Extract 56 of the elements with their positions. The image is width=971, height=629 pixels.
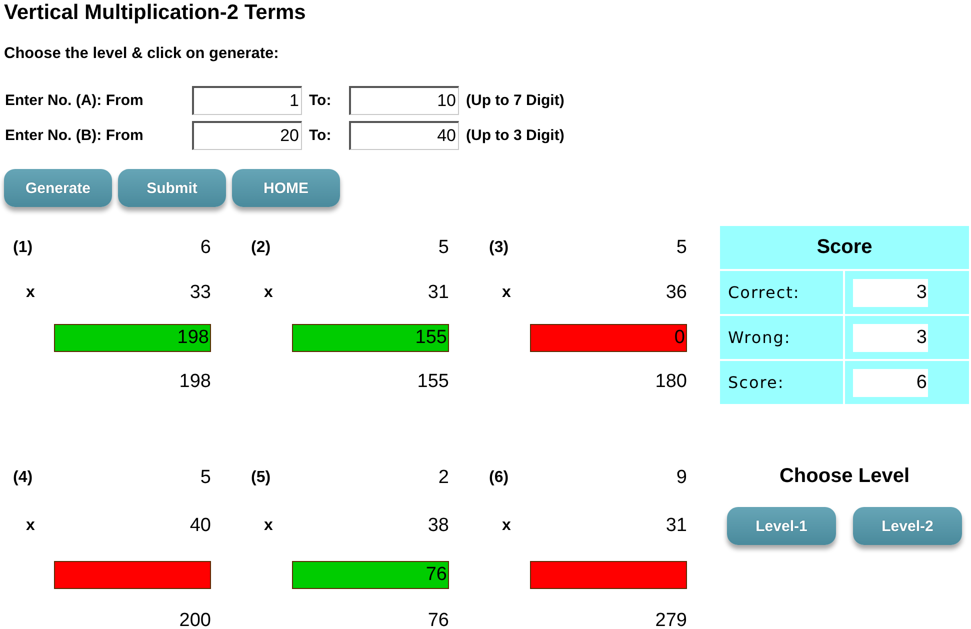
number-value: 5 <box>438 236 449 258</box>
score-label: Wrong: <box>720 316 843 359</box>
instruction-text: Choose the level & click on generate: <box>4 44 279 64</box>
solution-value: 180 <box>655 371 687 393</box>
problem-number: (1) <box>13 238 33 258</box>
answer-field[interactable] <box>54 561 211 589</box>
solution-value: 279 <box>655 610 687 629</box>
multiply-sign: x <box>502 282 511 302</box>
number-value: 31 <box>428 282 449 304</box>
number-value: 33 <box>190 282 211 304</box>
score-label: Correct: <box>720 271 843 314</box>
level-heading: Choose Level <box>778 464 911 489</box>
from-field[interactable]: 1 <box>192 86 302 115</box>
number-value: 2 <box>438 467 449 489</box>
to-field[interactable]: 40 <box>349 121 459 150</box>
problem-number: (3) <box>489 238 509 258</box>
score-label: Score: <box>720 361 843 404</box>
answer-field[interactable] <box>530 561 687 589</box>
solution-value: 76 <box>428 610 449 629</box>
answer-field[interactable]: 0 <box>530 324 687 352</box>
problem-number: (2) <box>251 238 271 258</box>
multiply-sign: x <box>264 282 273 302</box>
multiply-sign: x <box>502 516 511 536</box>
problem-number: (4) <box>13 468 33 488</box>
multiply-sign: x <box>26 516 35 536</box>
score-title: Score <box>720 226 969 269</box>
number-value: 38 <box>428 515 449 537</box>
score-field: 3 <box>853 278 928 306</box>
to-label: To: <box>309 126 332 146</box>
answer-field[interactable]: 76 <box>292 561 449 589</box>
range-label: Enter No. (B): From <box>4 126 144 146</box>
score-field: 3 <box>853 324 928 352</box>
solution-value: 155 <box>417 371 449 393</box>
answer-field[interactable]: 155 <box>292 324 449 352</box>
multiply-sign: x <box>264 516 273 536</box>
number-value: 6 <box>200 236 211 258</box>
number-value: 5 <box>676 236 687 258</box>
solution-value: 200 <box>179 610 211 629</box>
number-value: 31 <box>666 515 687 537</box>
number-value: 5 <box>200 467 211 489</box>
number-value: 36 <box>666 282 687 304</box>
digit-limit-note: (Up to 3 Digit) <box>466 126 564 146</box>
range-label: Enter No. (A): From <box>4 90 144 110</box>
digit-limit-note: (Up to 7 Digit) <box>466 90 564 110</box>
score-field: 6 <box>853 368 928 396</box>
to-label: To: <box>309 90 332 110</box>
to-field[interactable]: 10 <box>349 86 459 115</box>
problem-number: (6) <box>489 468 509 488</box>
answer-field[interactable]: 198 <box>54 324 211 352</box>
solution-value: 198 <box>179 371 211 393</box>
from-field[interactable]: 20 <box>192 121 302 150</box>
multiply-sign: x <box>26 282 35 302</box>
page-title: Vertical Multiplication-2 Terms <box>4 0 306 26</box>
problem-number: (5) <box>251 468 271 488</box>
number-value: 9 <box>676 467 687 489</box>
number-value: 40 <box>190 515 211 537</box>
